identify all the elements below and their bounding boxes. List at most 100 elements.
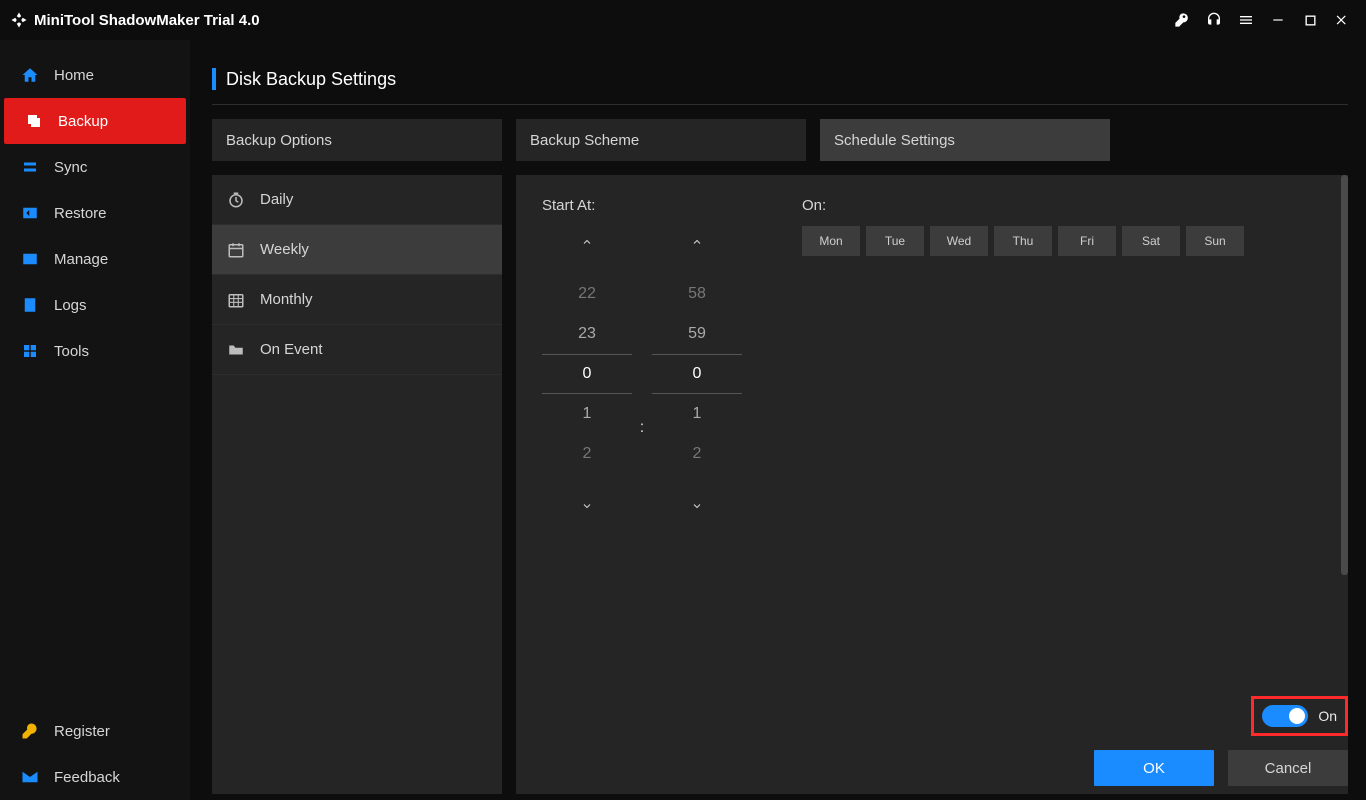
backup-icon [24,111,44,131]
close-icon[interactable] [1328,6,1356,34]
content-area: Disk Backup Settings Backup Options Back… [190,40,1366,800]
day-thu[interactable]: Thu [994,226,1052,256]
scrollbar[interactable] [1341,175,1348,575]
sidebar-item-feedback[interactable]: Feedback [0,754,190,800]
on-label: On: [802,197,1244,214]
folder-icon [226,340,246,360]
minimize-icon[interactable] [1264,6,1292,34]
hour-selected[interactable]: 0 [542,354,632,394]
schedule-toggle-highlight: On [1251,696,1348,736]
sidebar: Home Backup Sync Restore Manage Logs Too… [0,40,190,800]
manage-icon [20,249,40,269]
tools-icon [20,341,40,361]
hour-option[interactable]: 23 [542,314,632,354]
tab-label: Backup Options [226,132,332,149]
settings-tabs: Backup Options Backup Scheme Schedule Se… [212,119,1348,161]
clock-icon [226,190,246,210]
schedule-mode-daily[interactable]: Daily [212,175,502,225]
minute-option[interactable]: 58 [652,274,742,314]
mail-icon [20,767,40,787]
sidebar-item-label: Home [54,67,94,84]
minute-up-icon[interactable] [652,226,742,258]
hour-option[interactable]: 2 [542,434,632,474]
title-accent [212,68,216,90]
sidebar-item-restore[interactable]: Restore [0,190,190,236]
day-sun[interactable]: Sun [1186,226,1244,256]
sidebar-item-backup[interactable]: Backup [4,98,186,144]
license-key-icon[interactable] [1168,6,1196,34]
day-fri[interactable]: Fri [1058,226,1116,256]
sidebar-item-label: Restore [54,205,107,222]
app-title: MiniTool ShadowMaker Trial 4.0 [34,12,260,29]
sidebar-item-label: Backup [58,113,108,130]
home-icon [20,65,40,85]
schedule-mode-list: Daily Weekly Monthly On Event [212,175,502,794]
minute-picker[interactable]: 58 59 0 1 2 [652,226,742,522]
hour-up-icon[interactable] [542,226,632,258]
minute-selected[interactable]: 0 [652,354,742,394]
schedule-mode-weekly[interactable]: Weekly [212,225,502,275]
tab-backup-scheme[interactable]: Backup Scheme [516,119,806,161]
minute-down-icon[interactable] [652,490,742,522]
page-title: Disk Backup Settings [226,69,396,90]
schedule-mode-label: Weekly [260,241,309,258]
sidebar-item-label: Register [54,723,110,740]
sidebar-item-register[interactable]: Register [0,708,190,754]
hour-option[interactable]: 1 [542,394,632,434]
sidebar-item-label: Tools [54,343,89,360]
sidebar-item-logs[interactable]: Logs [0,282,190,328]
day-tue[interactable]: Tue [866,226,924,256]
sidebar-item-label: Sync [54,159,87,176]
title-bar: MiniTool ShadowMaker Trial 4.0 [0,0,1366,40]
day-wed[interactable]: Wed [930,226,988,256]
logs-icon [20,295,40,315]
schedule-config-panel: Start At: 22 23 0 1 2 [516,175,1348,794]
schedule-mode-on-event[interactable]: On Event [212,325,502,375]
divider [212,104,1348,105]
minute-option[interactable]: 59 [652,314,742,354]
sidebar-item-sync[interactable]: Sync [0,144,190,190]
tab-backup-options[interactable]: Backup Options [212,119,502,161]
ok-button[interactable]: OK [1094,750,1214,786]
time-picker: 22 23 0 1 2 : 58 5 [542,226,742,522]
maximize-icon[interactable] [1296,6,1324,34]
start-at-column: Start At: 22 23 0 1 2 [542,197,742,772]
sidebar-item-label: Logs [54,297,87,314]
calendar-month-icon [226,290,246,310]
hour-option[interactable]: 22 [542,274,632,314]
on-days-column: On: Mon Tue Wed Thu Fri Sat Sun [802,197,1244,772]
sidebar-item-tools[interactable]: Tools [0,328,190,374]
minute-option[interactable]: 2 [652,434,742,474]
app-logo: MiniTool ShadowMaker Trial 4.0 [10,11,260,29]
sidebar-item-label: Manage [54,251,108,268]
hour-down-icon[interactable] [542,490,632,522]
sidebar-item-home[interactable]: Home [0,52,190,98]
schedule-toggle[interactable] [1262,705,1308,727]
cancel-button[interactable]: Cancel [1228,750,1348,786]
support-icon[interactable] [1200,6,1228,34]
calendar-week-icon [226,240,246,260]
sidebar-item-manage[interactable]: Manage [0,236,190,282]
sidebar-item-label: Feedback [54,769,120,786]
day-sat[interactable]: Sat [1122,226,1180,256]
key-icon [20,721,40,741]
toggle-knob [1289,708,1305,724]
menu-icon[interactable] [1232,6,1260,34]
restore-icon [20,203,40,223]
start-at-label: Start At: [542,197,742,214]
tab-schedule-settings[interactable]: Schedule Settings [820,119,1110,161]
time-separator: : [632,419,652,437]
dialog-buttons: OK Cancel [1094,750,1348,786]
schedule-mode-label: On Event [260,341,323,358]
day-mon[interactable]: Mon [802,226,860,256]
tab-label: Schedule Settings [834,132,955,149]
minute-option[interactable]: 1 [652,394,742,434]
toggle-label: On [1318,708,1337,724]
sync-icon [20,157,40,177]
day-selector: Mon Tue Wed Thu Fri Sat Sun [802,226,1244,256]
schedule-mode-label: Monthly [260,291,313,308]
app-logo-icon [10,11,28,29]
tab-label: Backup Scheme [530,132,639,149]
hour-picker[interactable]: 22 23 0 1 2 [542,226,632,522]
schedule-mode-monthly[interactable]: Monthly [212,275,502,325]
